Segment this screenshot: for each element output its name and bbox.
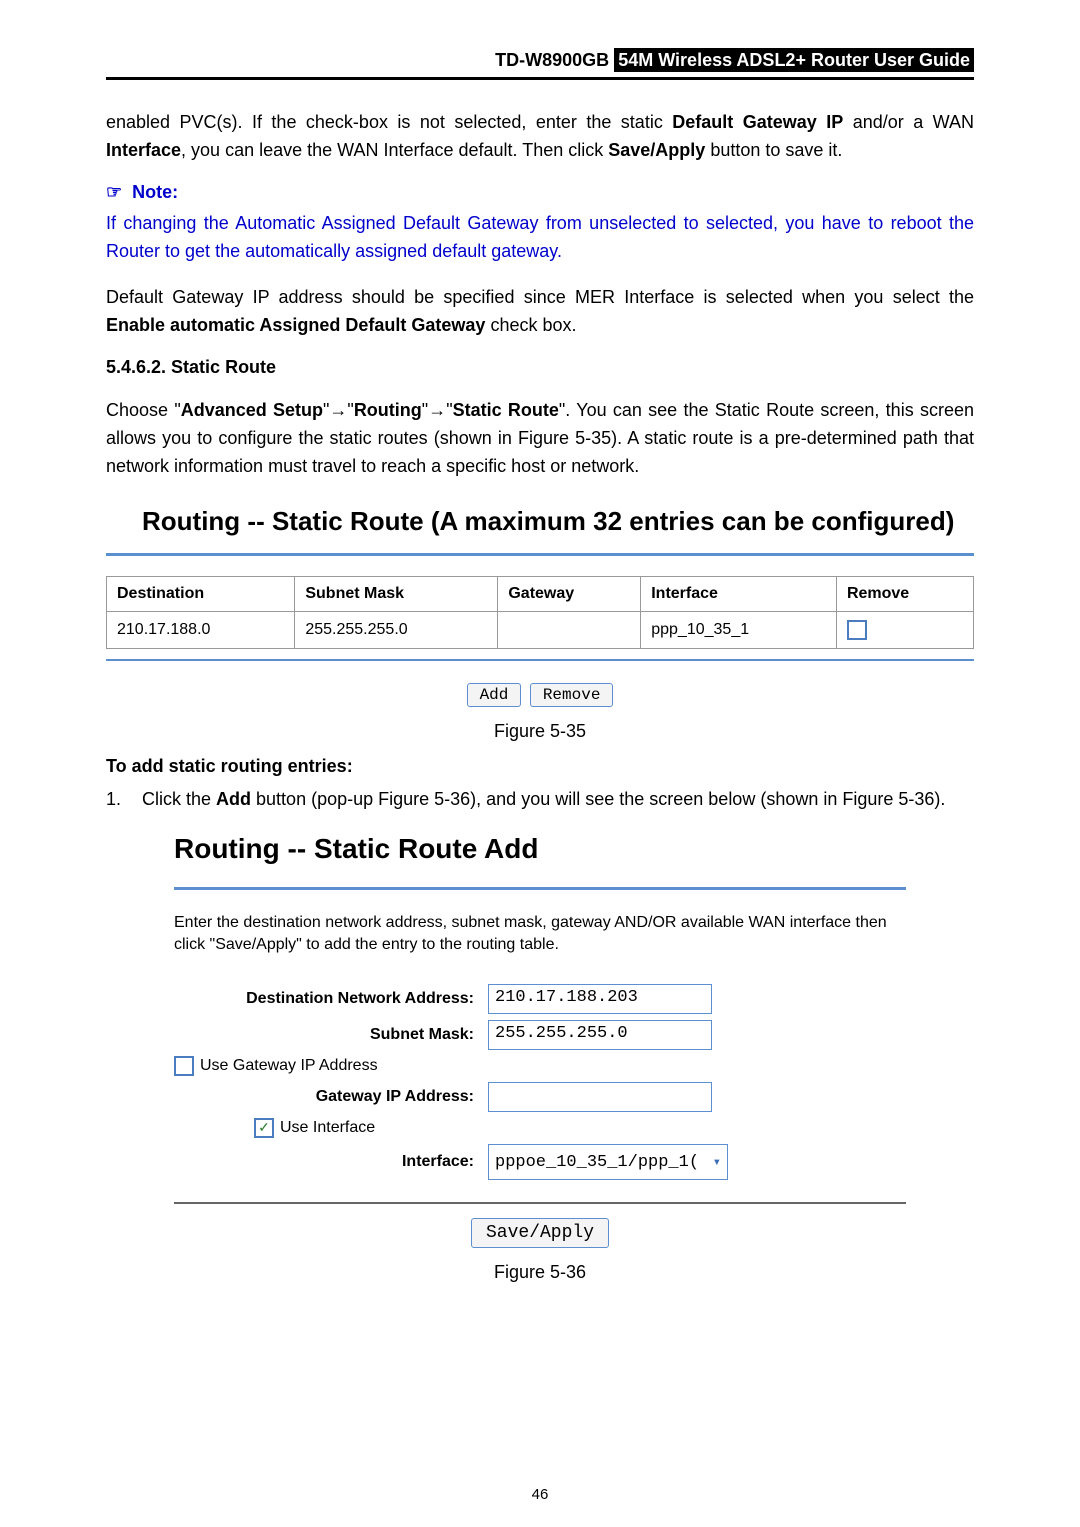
header-model: TD-W8900GB: [495, 50, 609, 70]
label-use-interface: Use Interface: [280, 1119, 375, 1137]
col-gateway: Gateway: [498, 577, 641, 612]
col-destination: Destination: [107, 577, 295, 612]
cell-gateway: [498, 612, 641, 649]
use-gateway-checkbox[interactable]: [174, 1056, 194, 1076]
paragraph-static-route: Choose "Advanced Setup"→"Routing"→"Stati…: [106, 396, 974, 480]
table-row: 210.17.188.0 255.255.255.0 ppp_10_35_1: [107, 612, 974, 649]
remove-checkbox[interactable]: [847, 620, 867, 640]
list-item-1: 1. Click the Add button (pop-up Figure 5…: [106, 785, 974, 813]
dest-address-input[interactable]: 210.17.188.203: [488, 984, 712, 1014]
col-remove: Remove: [836, 577, 973, 612]
add-entries-heading: To add static routing entries:: [106, 756, 974, 777]
cell-destination: 210.17.188.0: [107, 612, 295, 649]
cell-remove: [836, 612, 973, 649]
label-interface: Interface:: [174, 1153, 488, 1171]
note-body: If changing the Automatic Assigned Defau…: [106, 209, 974, 265]
gateway-ip-input[interactable]: [488, 1082, 712, 1112]
fig35-caption: Figure 5-35: [106, 721, 974, 742]
interface-select-value: pppoe_10_35_1/ppp_1(: [495, 1153, 699, 1172]
use-interface-checkbox[interactable]: [254, 1118, 274, 1138]
figure-5-36: Routing -- Static Route Add Enter the de…: [174, 827, 906, 1248]
col-subnet-mask: Subnet Mask: [295, 577, 498, 612]
paragraph-default-gw: Default Gateway IP address should be spe…: [106, 283, 974, 339]
pointing-hand-icon: ☞: [106, 182, 122, 202]
remove-button[interactable]: Remove: [530, 683, 614, 707]
add-button[interactable]: Add: [467, 683, 522, 707]
arrow-icon: →: [329, 400, 347, 420]
subnet-mask-input[interactable]: 255.255.255.0: [488, 1020, 712, 1050]
list-number: 1.: [106, 785, 142, 813]
fig36-desc: Enter the destination network address, s…: [174, 912, 906, 956]
interface-select[interactable]: pppoe_10_35_1/ppp_1( ▾: [488, 1144, 728, 1180]
divider: [174, 1202, 906, 1204]
arrow-icon: →: [428, 400, 446, 420]
figure-5-35: Routing -- Static Route (A maximum 32 en…: [106, 498, 974, 707]
cell-mask: 255.255.255.0: [295, 612, 498, 649]
cell-interface: ppp_10_35_1: [641, 612, 837, 649]
section-heading: 5.4.6.2. Static Route: [106, 357, 974, 378]
save-apply-button[interactable]: Save/Apply: [471, 1218, 609, 1248]
label-use-gateway: Use Gateway IP Address: [200, 1057, 378, 1075]
static-route-table: Destination Subnet Mask Gateway Interfac…: [106, 576, 974, 649]
label-gateway-ip: Gateway IP Address:: [174, 1088, 488, 1106]
col-interface: Interface: [641, 577, 837, 612]
header-title: 54M Wireless ADSL2+ Router User Guide: [614, 48, 974, 72]
paragraph-intro: enabled PVC(s). If the check-box is not …: [106, 108, 974, 164]
page-number: 46: [0, 1486, 1080, 1503]
fig36-caption: Figure 5-36: [106, 1262, 974, 1283]
label-subnet-mask: Subnet Mask:: [174, 1026, 488, 1044]
label-dest-addr: Destination Network Address:: [174, 990, 488, 1008]
fig35-title: Routing -- Static Route (A maximum 32 en…: [106, 498, 974, 556]
chevron-down-icon: ▾: [713, 1154, 721, 1171]
page-header: TD-W8900GB 54M Wireless ADSL2+ Router Us…: [106, 50, 974, 80]
note-heading: ☞ Note:: [106, 182, 974, 203]
fig36-title: Routing -- Static Route Add: [174, 827, 906, 890]
